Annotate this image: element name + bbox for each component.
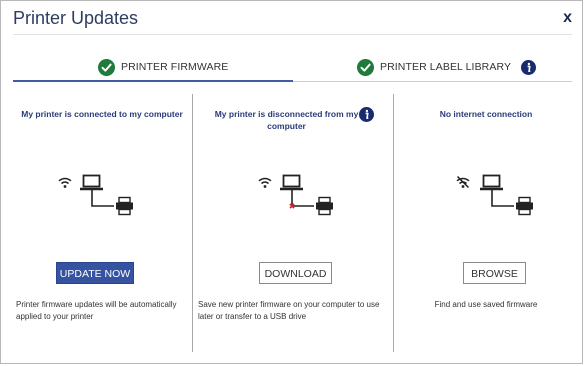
wifi-icon <box>58 177 72 188</box>
option-heading: No internet connection <box>439 109 533 119</box>
browse-button[interactable]: BROWSE <box>463 262 526 284</box>
offline-printer-diagram <box>456 174 533 216</box>
close-button[interactable]: x <box>563 9 572 27</box>
wifi-icon <box>258 177 272 188</box>
printer-icon <box>316 196 333 216</box>
laptop-icon <box>480 174 503 191</box>
info-icon[interactable] <box>521 59 537 75</box>
option-description: Printer firmware updates will be automat… <box>16 300 177 321</box>
option-connected: My printer is connected to my computer U… <box>13 94 191 352</box>
tab-active-indicator <box>13 80 293 82</box>
option-description: Save new printer firmware on your comput… <box>198 300 380 321</box>
update-now-button[interactable]: UPDATE NOW <box>56 262 134 284</box>
disconnected-printer-diagram <box>258 174 333 216</box>
option-description: Find and use saved firmware <box>434 300 538 309</box>
cable <box>491 190 514 207</box>
connected-printer-diagram <box>58 174 133 216</box>
no-wifi-icon <box>456 175 470 189</box>
printer-icon <box>116 196 133 216</box>
tab-printer-label-library[interactable]: PRINTER LABEL LIBRARY <box>357 56 537 78</box>
tab-label: PRINTER FIRMWARE <box>121 61 229 73</box>
laptop-icon <box>280 174 303 191</box>
title-divider <box>13 34 572 35</box>
option-disconnected: My printer is disconnected from my compu… <box>195 94 392 352</box>
info-icon[interactable] <box>359 107 374 122</box>
tab-label: PRINTER LABEL LIBRARY <box>380 61 512 73</box>
tab-printer-firmware[interactable]: PRINTER FIRMWARE <box>98 56 228 78</box>
cable <box>291 190 314 207</box>
column-divider <box>393 94 394 352</box>
printer-updates-dialog: Printer Updates x PRINTER FIRMWARE PRINT… <box>0 0 583 364</box>
cable <box>91 190 114 207</box>
printer-icon <box>516 196 533 216</box>
column-divider <box>192 94 193 352</box>
check-circle-icon <box>98 58 115 76</box>
laptop-icon <box>80 174 103 191</box>
option-heading: My printer is connected to my computer <box>21 109 183 119</box>
option-offline: No internet connection BROWSE Find and u… <box>396 94 576 352</box>
check-circle-icon <box>357 58 374 76</box>
option-heading: My printer is disconnected from my compu… <box>214 109 359 131</box>
dialog-title: Printer Updates <box>13 8 139 28</box>
download-button[interactable]: DOWNLOAD <box>259 262 332 284</box>
